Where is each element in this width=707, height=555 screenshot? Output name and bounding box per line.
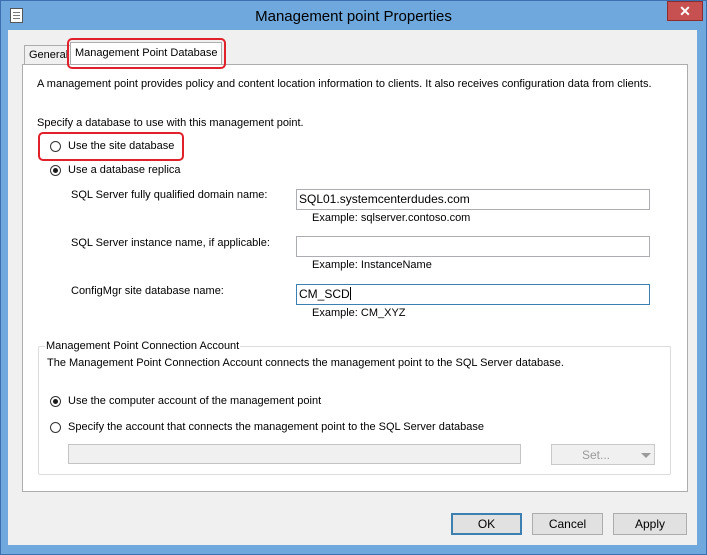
ok-button[interactable]: OK: [451, 513, 522, 535]
apply-button[interactable]: Apply: [613, 513, 687, 535]
set-account-button: Set...: [551, 444, 655, 465]
window-title: Management point Properties: [255, 8, 452, 25]
site-database-name-example: Example: CM_XYZ: [312, 307, 406, 319]
close-button[interactable]: ✕: [667, 1, 703, 21]
title-bar[interactable]: Management point Properties ✕: [1, 1, 706, 31]
set-account-button-label: Set...: [582, 448, 611, 462]
specify-account-label[interactable]: Specify the account that connects the ma…: [68, 421, 484, 433]
cancel-button[interactable]: Cancel: [532, 513, 603, 535]
tab-highlight-annotation: [67, 38, 226, 69]
sql-server-fqdn-input[interactable]: SQL01.systemcenterdudes.com: [296, 189, 650, 210]
sql-server-fqdn-example: Example: sqlserver.contoso.com: [312, 212, 471, 224]
sql-server-fqdn-label: SQL Server fully qualified domain name:: [71, 189, 268, 201]
site-database-name-label: ConfigMgr site database name:: [71, 285, 224, 297]
sql-instance-name-example: Example: InstanceName: [312, 259, 432, 271]
site-database-name-value: CM_SCD: [299, 287, 350, 301]
site-database-highlight-annotation: [38, 132, 184, 161]
sql-instance-name-input[interactable]: [296, 236, 650, 257]
connection-account-field: [68, 444, 521, 464]
tab-general[interactable]: General: [24, 45, 74, 64]
use-database-replica-radio[interactable]: [50, 165, 61, 176]
connection-account-group-title: Management Point Connection Account: [45, 340, 241, 352]
connection-account-description: The Management Point Connection Account …: [47, 357, 564, 369]
use-computer-account-label[interactable]: Use the computer account of the manageme…: [68, 395, 321, 407]
sql-instance-name-label: SQL Server instance name, if applicable:: [71, 237, 270, 249]
close-icon: ✕: [679, 3, 691, 19]
site-database-name-input[interactable]: CM_SCD: [296, 284, 650, 305]
use-computer-account-radio[interactable]: [50, 396, 61, 407]
tab-general-label: General: [29, 49, 69, 61]
text-caret: [349, 287, 351, 300]
intro-text: A management point provides policy and c…: [37, 78, 652, 90]
use-database-replica-label[interactable]: Use a database replica: [68, 164, 181, 176]
specify-account-radio[interactable]: [50, 422, 61, 433]
database-prompt: Specify a database to use with this mana…: [37, 117, 304, 129]
chevron-down-icon: [641, 453, 651, 458]
